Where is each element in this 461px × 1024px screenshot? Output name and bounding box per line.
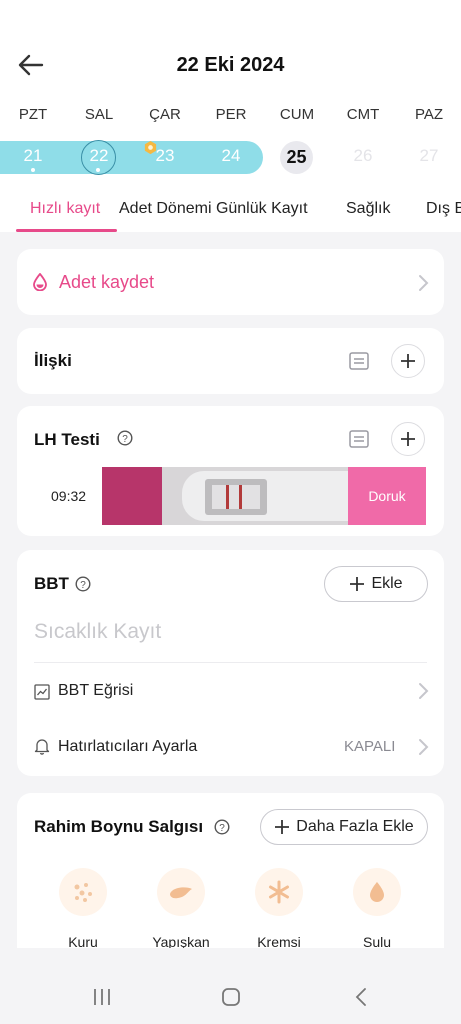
chevron-right-icon [419,275,429,291]
mucus-icon-bg [353,868,401,916]
note-icon[interactable] [349,352,369,370]
back-nav-icon[interactable] [354,988,368,1006]
bbt-title: BBT [34,574,69,593]
weekday-label: PZT [18,106,48,123]
tab-quick-log[interactable]: Hızlı kayıt [30,200,100,218]
bbt-add-button[interactable]: Ekle [324,566,428,602]
cervical-mucus-title: Rahim Boynu Salgısı [34,817,204,836]
weekday-label: CMT [346,106,380,123]
date-27[interactable]: 27 [409,146,449,170]
mucus-option-creamy[interactable]: Kremsi [239,868,319,950]
header: 22 Eki 2024 PZT SAL ÇAR PER CUM CMT PAZ … [0,0,461,232]
add-more-label: Daha Fazla Ekle [296,818,414,835]
drop-icon [33,273,47,291]
weekday-label: PAZ [414,106,444,123]
weekday-label: PER [215,106,247,123]
date-24[interactable]: 24 [211,146,251,170]
relationship-card: İlişki [17,328,444,394]
lh-test-time: 09:32 [51,488,87,504]
weekday-label: SAL [84,106,114,123]
mucus-option-dry[interactable]: Kuru [43,868,123,950]
bell-icon [34,739,50,755]
chevron-right-icon [419,739,429,755]
add-button[interactable] [391,344,425,378]
date-25-today[interactable]: 25 [280,141,313,174]
help-icon[interactable]: ? [117,430,133,446]
tab-bar: Hızlı kayıt Adet Dönemi Günlük Kayıt Sağ… [0,196,461,232]
plus-icon [401,432,415,446]
bbt-chart-row[interactable]: BBT Eğrisi [17,663,444,719]
date-21[interactable]: 21 [13,146,53,170]
bbt-add-label: Ekle [371,575,403,592]
recent-apps-icon[interactable] [92,988,112,1006]
test-strip-image: Doruk [102,467,426,525]
date-23[interactable]: 23 [145,146,185,170]
period-log-label: Adet kaydet [59,272,155,292]
chevron-right-icon [419,683,429,699]
svg-text:?: ? [219,823,225,834]
mucus-option-sticky[interactable]: Yapışkan [141,868,221,950]
page-title: 22 Eki 2024 [176,54,285,76]
svg-text:?: ? [80,580,86,591]
date-26[interactable]: 26 [343,146,383,170]
system-navigation-bar [0,948,461,1024]
weekday-row: PZT SAL ÇAR PER CUM CMT PAZ [0,106,461,124]
bbt-card: BBT ? Ekle Sıcaklık Kayıt BBT Eğrisi Hat… [17,550,444,776]
reminder-row[interactable]: Hatırlatıcıları Ayarla KAPALI [17,719,444,775]
active-tab-indicator [16,229,117,232]
mucus-icon-bg [157,868,205,916]
weekday-label: CUM [279,106,315,123]
reminder-label: Hatırlatıcıları Ayarla [58,738,198,755]
reminder-status: KAPALI [344,738,396,755]
sticky-icon [170,887,192,899]
note-icon[interactable] [349,430,369,448]
plus-icon [350,577,365,591]
weekday-label: ÇAR [149,106,181,123]
period-log-card[interactable]: Adet kaydet [17,249,444,315]
temperature-input[interactable]: Sıcaklık Kayıt [34,620,161,644]
svg-text:?: ? [122,434,128,445]
lh-test-title: LH Testi [34,430,100,449]
add-button[interactable] [391,422,425,456]
date-22[interactable]: 22 [79,146,119,170]
chart-icon [34,684,50,700]
creamy-icon [269,880,289,904]
tab-external[interactable]: Dış B [426,200,461,218]
lh-test-card: LH Testi ? 09:32 Doruk [17,406,444,536]
plus-icon [401,354,415,368]
water-drop-icon [370,882,384,902]
bbt-chart-label: BBT Eğrisi [58,682,134,699]
relationship-title: İlişki [34,351,72,370]
lh-test-strip-photo[interactable]: Doruk [102,467,426,525]
tab-health[interactable]: Sağlık [346,200,390,218]
mucus-icon-bg [59,868,107,916]
lh-result-label: Doruk [368,488,406,504]
mucus-option-watery[interactable]: Sulu [337,868,417,950]
mucus-icon-bg [255,868,303,916]
help-icon[interactable]: ? [214,819,230,835]
plus-icon [275,820,290,834]
help-icon[interactable]: ? [75,576,91,592]
tab-period-daily-log[interactable]: Adet Dönemi Günlük Kayıt [119,200,308,218]
dry-icon [74,883,92,902]
home-icon[interactable] [221,988,241,1006]
add-more-button[interactable]: Daha Fazla Ekle [260,809,428,845]
